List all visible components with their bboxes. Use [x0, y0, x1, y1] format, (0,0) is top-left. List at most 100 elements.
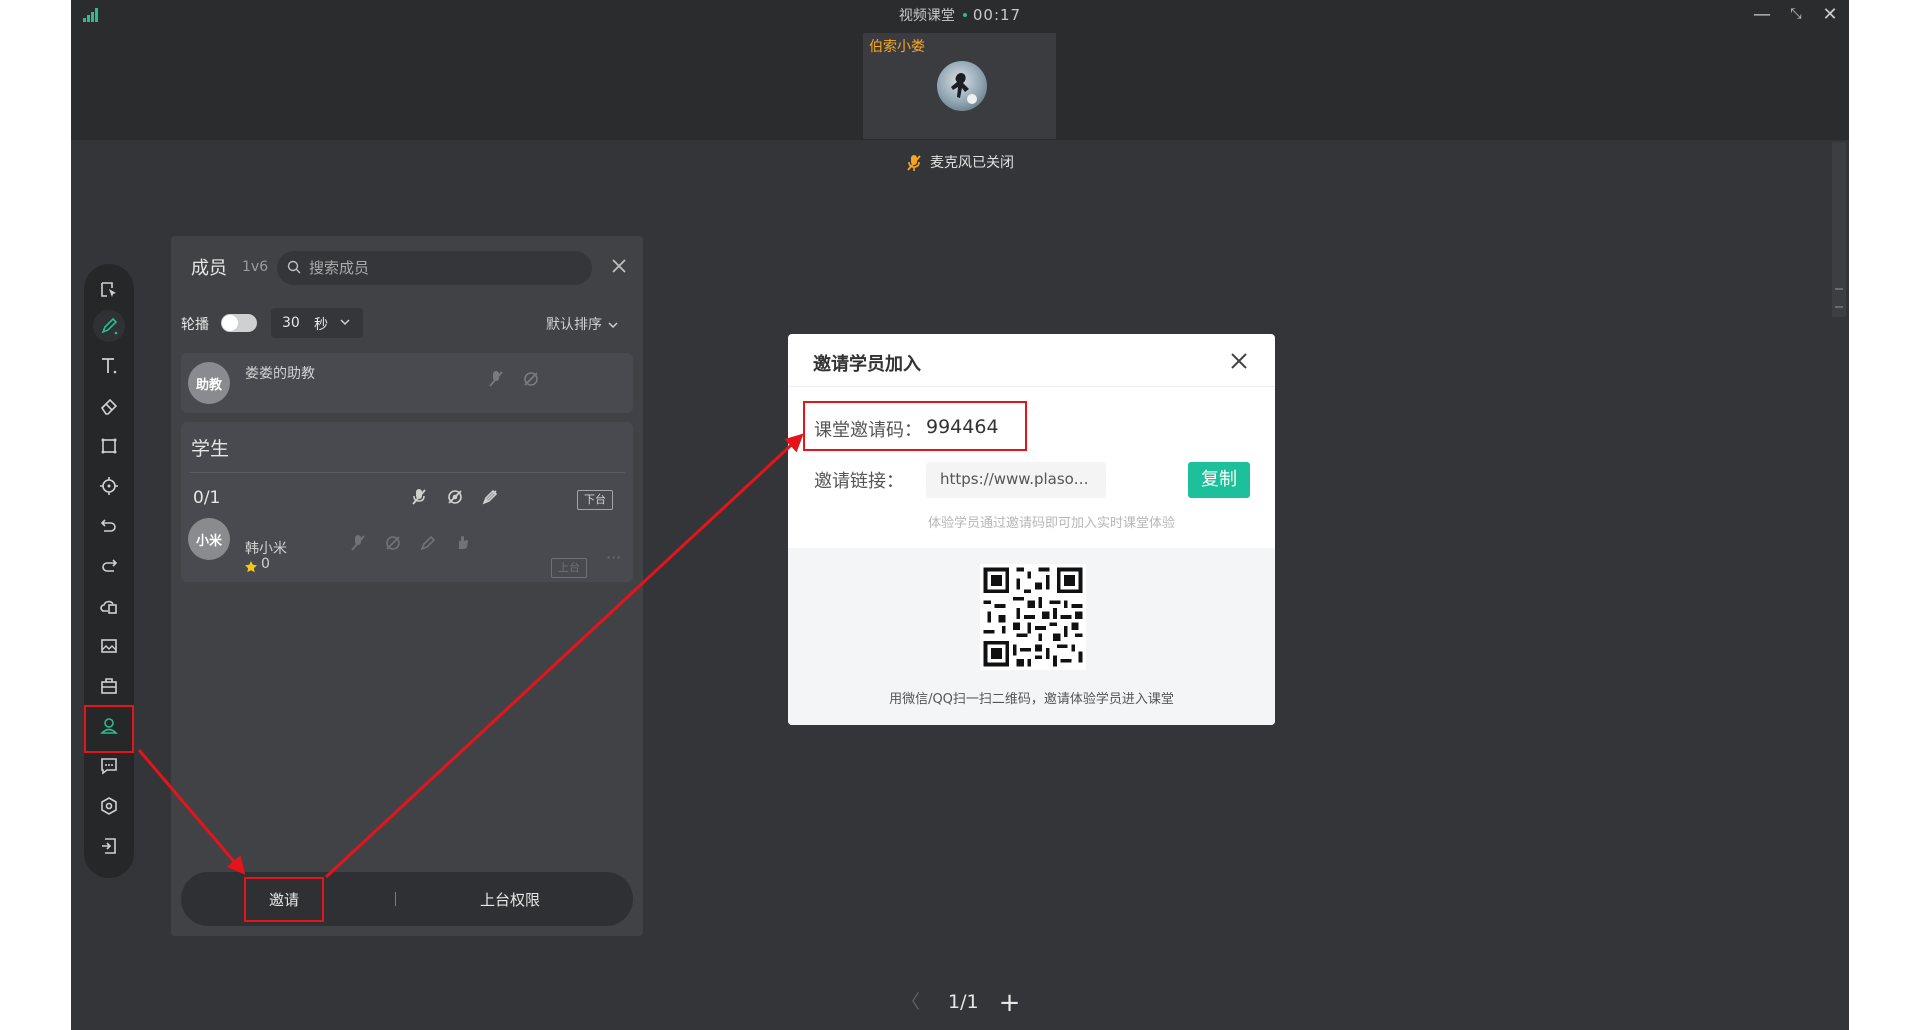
star-icon — [245, 561, 257, 573]
cloud-file-icon — [100, 600, 117, 614]
camera-off-icon — [524, 372, 538, 386]
crosshair-icon — [100, 477, 118, 495]
mic-off-icon — [489, 371, 503, 387]
qr-caption: 用微信/QQ扫一扫二维码，邀请体验学员进入课堂 — [889, 692, 1174, 707]
teacher-avatar — [937, 61, 987, 111]
interval-unit: 秒 — [314, 317, 328, 333]
chevron-down-icon — [608, 322, 618, 329]
pen-tool[interactable] — [93, 310, 125, 342]
hand-icon — [459, 536, 468, 549]
exit-tool[interactable] — [93, 830, 125, 862]
chevron-down-icon — [340, 319, 350, 326]
copy-button[interactable]: 复制 — [1188, 462, 1250, 498]
exit-icon — [102, 838, 116, 854]
classroom-window: 视频课堂 00:17 — ⤡ ✕ 伯索小娄 麦克风已关闭 成员 1v6 搜索成员… — [71, 0, 1849, 1030]
settings-icon — [101, 797, 117, 815]
camera-off-icon — [386, 536, 400, 550]
assistant-row: 助教 娄娄的助教 — [181, 353, 633, 413]
pen-all-icon[interactable] — [481, 488, 499, 506]
undo-tool[interactable] — [93, 510, 125, 542]
invite-link-field[interactable]: https://www.plaso.cn/static/y... — [926, 462, 1106, 498]
toolbox-icon — [101, 678, 117, 694]
all-down-stage-button[interactable]: 下台 — [577, 490, 613, 510]
left-toolbar — [84, 264, 134, 878]
rectangle-icon — [101, 438, 117, 454]
members-panel: 成员 1v6 轮播 30 秒 默认排序 助教 娄娄的助教 学生 0/1 下 — [171, 236, 643, 936]
prev-page-button[interactable]: 〈 — [901, 991, 920, 1013]
window-title: 视频课堂 — [898, 8, 955, 24]
chat-tool[interactable] — [93, 750, 125, 782]
up-stage-button[interactable]: 上台 — [551, 558, 587, 578]
divider — [189, 472, 625, 473]
search-icon — [287, 260, 301, 274]
student-name: 韩小米 — [245, 541, 287, 557]
pen-off-icon — [420, 535, 436, 551]
camera-off-all-icon[interactable] — [446, 488, 464, 506]
close-panel-icon[interactable] — [609, 256, 629, 276]
top-bar: 视频课堂 00:17 — ⤡ ✕ 伯索小娄 — [71, 0, 1849, 140]
mic-off-icon — [351, 535, 365, 551]
sort-label: 默认排序 — [546, 317, 602, 333]
highlight-invite-code — [803, 401, 1027, 451]
qr-section: 用微信/QQ扫一扫二维码，邀请体验学员进入课堂 — [788, 548, 1275, 725]
highlight-members-tool — [84, 705, 134, 753]
scroll-grip[interactable] — [1835, 288, 1843, 308]
divider — [395, 892, 396, 906]
toggle-knob — [222, 315, 238, 331]
page-navigator: 〈 1/1 + — [901, 985, 1021, 1018]
students-title: 学生 — [191, 438, 230, 460]
text-icon — [102, 358, 117, 374]
chat-icon — [101, 758, 117, 775]
students-count: 0/1 — [193, 488, 221, 508]
dialog-divider — [788, 386, 1275, 387]
image-icon — [101, 639, 117, 653]
rotate-label: 轮播 — [181, 317, 209, 333]
presenter-name: 伯索小娄 — [869, 39, 925, 55]
redo-tool[interactable] — [93, 550, 125, 582]
sort-dropdown[interactable]: 默认排序 — [546, 314, 619, 334]
add-page-button[interactable]: + — [999, 988, 1021, 1018]
student-score: 0 — [261, 556, 270, 572]
more-options-icon[interactable]: ··· — [606, 548, 621, 567]
undo-icon — [100, 519, 116, 532]
redo-icon — [102, 559, 118, 572]
select-tool[interactable] — [93, 274, 125, 306]
assistant-name: 娄娄的助教 — [245, 366, 315, 382]
toolbox-tool[interactable] — [93, 670, 125, 702]
laser-pointer-tool[interactable] — [93, 470, 125, 502]
member-search-input[interactable] — [277, 251, 592, 285]
image-tool[interactable] — [93, 630, 125, 662]
assistant-avatar: 助教 — [188, 362, 230, 404]
live-dot — [962, 13, 967, 17]
window-title-area: 视频课堂 00:17 — [71, 5, 1849, 25]
rotate-toggle[interactable] — [221, 314, 257, 332]
canvas-scrollbar[interactable] — [1832, 142, 1846, 317]
minimize-button[interactable]: — — [1750, 4, 1774, 25]
dialog-title: 邀请学员加入 — [813, 354, 921, 375]
restore-button[interactable]: ⤡ — [1784, 6, 1808, 22]
eraser-tool[interactable] — [93, 390, 125, 422]
invite-hint: 体验学员通过邀请码即可加入实时课堂体验 — [928, 516, 1176, 531]
shape-tool[interactable] — [93, 430, 125, 462]
invite-link-label: 邀请链接： — [814, 471, 904, 492]
qr-code-icon — [980, 564, 1086, 670]
close-window-button[interactable]: ✕ — [1818, 4, 1842, 25]
settings-tool[interactable] — [93, 790, 125, 822]
cloud-file-tool[interactable] — [93, 590, 125, 622]
stage-permission-button[interactable]: 上台权限 — [480, 889, 540, 910]
mic-status-text: 麦克风已关闭 — [930, 155, 1014, 171]
text-tool[interactable] — [93, 350, 125, 382]
student-avatar: 小米 — [188, 518, 230, 560]
mic-status-notice: 麦克风已关闭 — [71, 152, 1849, 172]
mute-all-icon[interactable] — [411, 488, 427, 506]
eraser-icon — [100, 398, 118, 415]
person-silhouette-icon — [951, 73, 977, 104]
class-timer: 00:17 — [972, 6, 1022, 24]
students-section: 学生 0/1 下台 小米 韩小米 0 上台 ··· — [181, 422, 633, 582]
select-icon — [101, 282, 116, 297]
members-count: 1v6 — [242, 259, 269, 275]
invite-dialog: 邀请学员加入 课堂邀请码： 994464 邀请链接： https://www.p… — [788, 334, 1275, 725]
teacher-video-tile[interactable]: 伯索小娄 — [863, 33, 1056, 139]
close-icon[interactable] — [1228, 350, 1250, 372]
interval-select[interactable]: 30 秒 — [271, 308, 363, 338]
